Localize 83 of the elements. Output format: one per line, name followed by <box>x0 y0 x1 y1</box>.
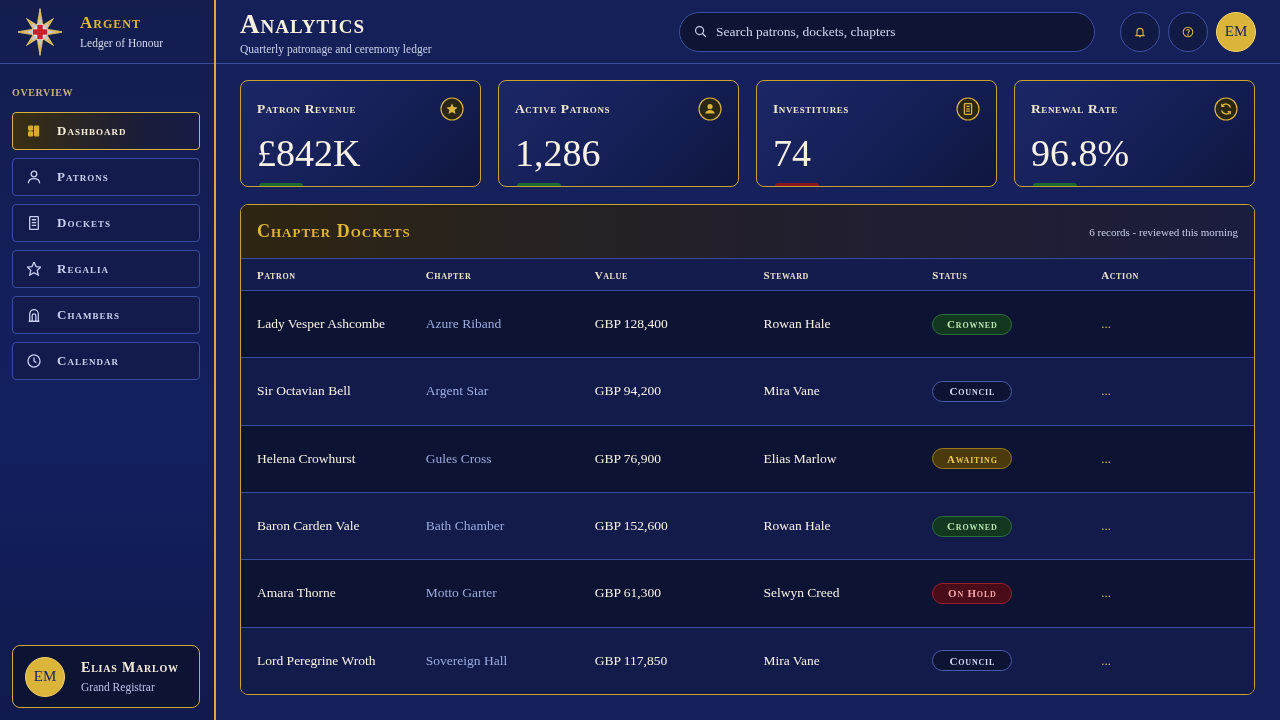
help-button[interactable] <box>1168 11 1208 52</box>
steward-name: Rowan Hale <box>763 518 831 535</box>
person-icon <box>698 97 722 121</box>
brand-tagline: Ledger of Honour <box>80 35 164 50</box>
patron-name: Lady Vesper Ashcombe <box>257 316 385 333</box>
chapter-name: Argent Star <box>425 383 489 400</box>
notifications-button[interactable] <box>1120 11 1160 52</box>
status-pill: Crowned <box>932 313 1013 335</box>
page-subtitle: Quarterly patronage and ceremony ledger <box>240 41 432 56</box>
patron-name: Baron Carden Vale <box>257 518 360 535</box>
patron-name: Helena Crowhurst <box>257 450 356 467</box>
sidebar-item[interactable]: Calendar <box>12 342 200 380</box>
patron-name: Amara Thorne <box>257 585 336 602</box>
table-note: 6 records - reviewed this morning <box>1089 225 1238 238</box>
column-header: Value <box>594 268 628 281</box>
sidebar-item[interactable]: Chambers <box>12 296 200 334</box>
column-header: Patron <box>257 268 296 281</box>
row-actions-menu[interactable]: ... <box>1101 653 1111 668</box>
stat-value: 74 <box>773 131 811 175</box>
bell-icon <box>1134 25 1146 38</box>
row-actions-menu[interactable]: ... <box>1101 317 1111 332</box>
stat-label: Renewal Rate <box>1031 101 1118 117</box>
value-amount: GBP 152,600 <box>594 518 668 535</box>
value-amount: GBP 128,400 <box>594 316 668 333</box>
document-icon <box>956 97 980 121</box>
stat-value: 1,286 <box>515 131 601 175</box>
section-label: OVERVIEW <box>12 86 74 100</box>
value-amount: GBP 76,900 <box>594 450 661 467</box>
column-header: Status <box>932 268 968 281</box>
sidebar-item[interactable]: Regalia <box>12 250 200 288</box>
steward-name: Selwyn Creed <box>763 585 840 602</box>
chapter-name: Azure Riband <box>425 316 502 333</box>
row-actions-menu[interactable]: ... <box>1101 519 1111 534</box>
sidebar-item[interactable]: Patrons <box>12 158 200 196</box>
patron-name: Sir Octavian Bell <box>257 383 351 400</box>
table-title: Chapter Dockets <box>257 221 411 242</box>
row-actions-menu[interactable]: ... <box>1101 586 1111 601</box>
user-avatar: EM <box>25 656 65 697</box>
user-role: Grand Registrar <box>81 679 155 694</box>
chapter-name: Sovereign Hall <box>425 652 508 669</box>
value-amount: GBP 61,300 <box>594 585 661 602</box>
status-pill: Awaiting <box>932 448 1013 470</box>
status-pill: Council <box>932 381 1013 402</box>
sidebar-item[interactable]: Dockets <box>12 204 200 242</box>
grid-icon <box>27 124 41 138</box>
value-amount: GBP 117,850 <box>594 652 668 669</box>
stat-value: 96.8% <box>1031 131 1130 175</box>
chapter-name: Bath Chamber <box>425 518 505 535</box>
column-header: Chapter <box>425 268 472 281</box>
chapter-name: Gules Cross <box>425 450 492 467</box>
steward-name: Mira Vane <box>763 652 820 669</box>
star-icon <box>27 262 41 276</box>
steward-name: Mira Vane <box>763 383 820 400</box>
steward-name: Rowan Hale <box>763 316 831 333</box>
stat-label: Active Patrons <box>515 101 611 117</box>
person-icon <box>27 170 41 184</box>
column-header: Action <box>1101 268 1139 281</box>
sidebar-item[interactable]: Dashboard <box>12 112 200 150</box>
star-cross-logo <box>18 7 62 56</box>
brand-name: Argent <box>80 13 141 32</box>
row-actions-menu[interactable]: ... <box>1101 451 1111 466</box>
patron-name: Lord Peregrine Wroth <box>257 652 376 669</box>
chapter-name: Motto Garter <box>425 585 497 602</box>
clock-icon <box>27 354 41 368</box>
page-title: Analytics <box>240 9 365 38</box>
document-icon <box>27 216 41 230</box>
stat-label: Patron Revenue <box>257 101 357 117</box>
user-name: Elias Marlow <box>81 659 179 676</box>
column-header: Steward <box>763 268 809 281</box>
stat-label: Investitures <box>773 101 849 117</box>
stat-value: £842K <box>257 131 361 175</box>
status-pill: On Hold <box>932 582 1013 604</box>
building-icon <box>27 308 41 322</box>
help-icon <box>1182 25 1194 38</box>
search-field[interactable]: Search patrons, dockets, chapters <box>679 11 1095 52</box>
steward-name: Elias Marlow <box>763 450 837 467</box>
status-pill: Crowned <box>932 515 1013 537</box>
value-amount: GBP 94,200 <box>594 383 661 400</box>
status-pill: Council <box>932 650 1013 672</box>
refresh-icon <box>1214 97 1238 121</box>
user-card[interactable]: EM Elias Marlow Grand Registrar <box>12 645 200 708</box>
profile-avatar[interactable]: EM <box>1216 11 1256 52</box>
row-actions-menu[interactable]: ... <box>1101 384 1111 399</box>
